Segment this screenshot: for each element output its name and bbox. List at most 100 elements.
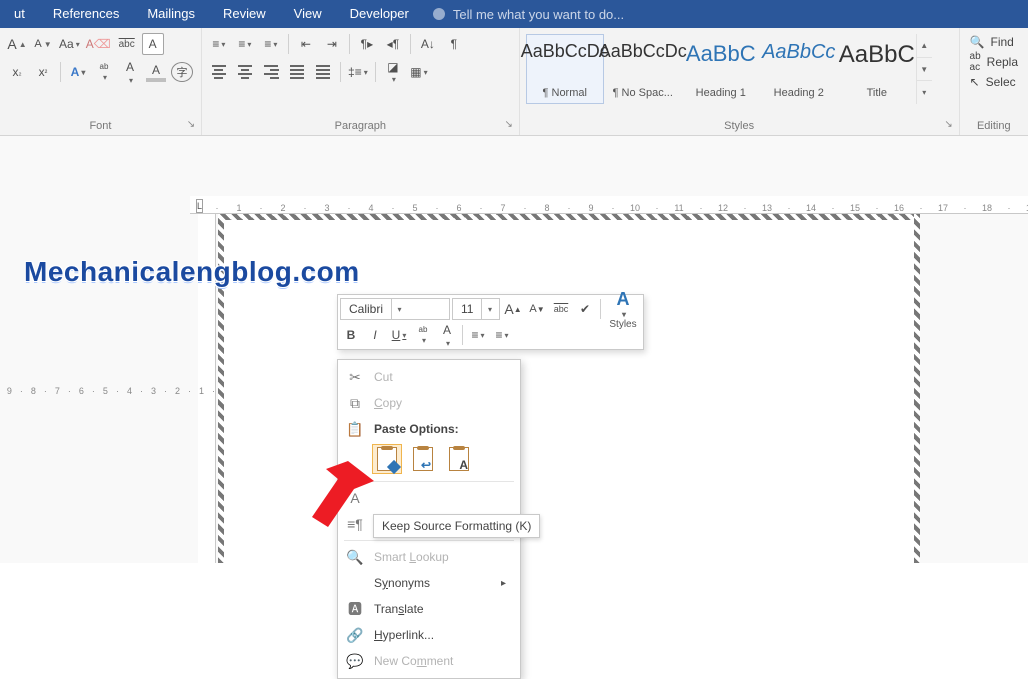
horizontal-ruler[interactable]: L ·1·2·3·4·5·6·7·8·9·10·11·12·13·14·15·1… bbox=[190, 196, 1028, 214]
gallery-more-icon[interactable]: ▾ bbox=[917, 81, 932, 104]
ctx-cut[interactable]: ✂ Cut bbox=[338, 364, 520, 390]
gallery-up-icon[interactable]: ▲ bbox=[917, 34, 932, 58]
highlight-button[interactable]: ab▾ bbox=[412, 324, 434, 346]
tab-developer[interactable]: Developer bbox=[336, 0, 423, 28]
ctx-hyperlink[interactable]: 🔗 Hyperlink... bbox=[338, 622, 520, 648]
ltr-direction-button[interactable]: ¶▸ bbox=[356, 33, 378, 55]
styles-gallery[interactable]: AaBbCcDc ¶ Normal AaBbCcDc ¶ No Spac... … bbox=[526, 32, 953, 104]
paste-text-only[interactable] bbox=[444, 444, 474, 474]
ctx-new-comment[interactable]: 💬 New Comment bbox=[338, 648, 520, 674]
ruler-tick: 7 bbox=[495, 203, 511, 213]
shading-button[interactable]: ◪▾ bbox=[382, 61, 404, 83]
find-button[interactable]: 🔍Find bbox=[966, 32, 1022, 52]
bullets-button[interactable]: ≡▾ bbox=[208, 33, 230, 55]
style-item-nospacing[interactable]: AaBbCcDc ¶ No Spac... bbox=[604, 34, 682, 104]
align-center-button[interactable] bbox=[234, 61, 256, 83]
separator bbox=[340, 62, 341, 82]
select-icon: ↖ bbox=[970, 75, 980, 89]
distribute-button[interactable] bbox=[312, 61, 334, 83]
shrink-font-button[interactable]: A▼ bbox=[32, 33, 54, 55]
align-left-button[interactable] bbox=[208, 61, 230, 83]
increase-indent-button[interactable]: ⇥ bbox=[321, 33, 343, 55]
show-hide-button[interactable]: ¶ bbox=[443, 33, 465, 55]
ctx-copy[interactable]: ⧉ Copy bbox=[338, 390, 520, 416]
phonetic-guide-button[interactable]: abc bbox=[550, 298, 572, 320]
phonetic-guide-button[interactable]: abc bbox=[116, 33, 138, 55]
decrease-indent-button[interactable]: ⇤ bbox=[295, 33, 317, 55]
copy-icon: ⧉ bbox=[346, 394, 364, 412]
text-effects-button[interactable]: A▾ bbox=[67, 61, 89, 83]
line-spacing-button[interactable]: ‡≡▾ bbox=[347, 61, 369, 83]
ruler-tick: 11 bbox=[671, 203, 687, 213]
style-item-heading1[interactable]: AaBbC Heading 1 bbox=[682, 34, 760, 104]
format-painter-button[interactable]: ✔ bbox=[574, 298, 596, 320]
grow-font-button[interactable]: A▲ bbox=[6, 33, 28, 55]
tab-view[interactable]: View bbox=[280, 0, 336, 28]
ruler-tick: 6 bbox=[79, 384, 84, 398]
separator bbox=[344, 540, 514, 541]
bullets-button[interactable]: ≡▾ bbox=[467, 324, 489, 346]
gallery-down-icon[interactable]: ▼ bbox=[917, 58, 932, 82]
clear-formatting-button[interactable]: A⌫ bbox=[85, 33, 112, 55]
chevron-down-icon[interactable]: ▾ bbox=[481, 299, 497, 319]
ctx-smart-lookup[interactable]: 🔍 Smart Lookup bbox=[338, 544, 520, 570]
borders-button[interactable]: ▦▾ bbox=[408, 61, 430, 83]
rtl-direction-button[interactable]: ◂¶ bbox=[382, 33, 404, 55]
style-name: Heading 1 bbox=[696, 87, 746, 99]
ctx-paste-options-header: 📋 Paste Options: bbox=[338, 416, 520, 442]
replace-button[interactable]: abacRepla bbox=[966, 52, 1022, 72]
ruler-tick: · bbox=[164, 384, 167, 398]
style-item-heading2[interactable]: AaBbCc Heading 2 bbox=[760, 34, 838, 104]
font-color-button[interactable]: A▾ bbox=[119, 61, 141, 83]
chevron-down-icon[interactable]: ▾ bbox=[391, 299, 407, 319]
paste-keep-source-formatting[interactable] bbox=[372, 444, 402, 474]
tell-me-search[interactable] bbox=[423, 6, 661, 23]
gallery-scroll[interactable]: ▲ ▼ ▾ bbox=[916, 34, 932, 104]
underline-button[interactable]: U▾ bbox=[388, 324, 410, 346]
group-paragraph: ≡▾ ≡▾ ≡▾ ⇤ ⇥ ¶▸ ◂¶ A↓ ¶ ‡≡▾ bbox=[202, 28, 520, 135]
numbering-button[interactable]: ≡▾ bbox=[234, 33, 256, 55]
tell-me-input[interactable] bbox=[451, 6, 661, 23]
justify-button[interactable] bbox=[286, 61, 308, 83]
change-case-button[interactable]: Aa▾ bbox=[58, 33, 81, 55]
char-border-button[interactable]: A bbox=[142, 33, 164, 55]
char-shading-button[interactable]: A bbox=[145, 61, 167, 83]
ctx-translate[interactable]: 🅰 Translate bbox=[338, 596, 520, 622]
numbering-button[interactable]: ≡▾ bbox=[491, 324, 513, 346]
font-color-button[interactable]: A▾ bbox=[436, 324, 458, 346]
ruler-tick: 8 bbox=[31, 384, 36, 398]
ctx-font[interactable]: A bbox=[338, 485, 520, 511]
highlight-button[interactable]: ab▾ bbox=[93, 61, 115, 83]
ruler-tick: 5 bbox=[407, 203, 423, 213]
paragraph-dialog-launcher[interactable]: ↘ bbox=[502, 119, 516, 133]
ruler-tick: · bbox=[68, 384, 71, 398]
multilevel-list-button[interactable]: ≡▾ bbox=[260, 33, 282, 55]
superscript-button[interactable]: x² bbox=[32, 61, 54, 83]
shrink-font-button[interactable]: A▼ bbox=[526, 298, 548, 320]
style-item-normal[interactable]: AaBbCcDc ¶ Normal bbox=[526, 34, 604, 104]
ruler-tick: 16 bbox=[891, 203, 907, 213]
subscript-button[interactable]: x₂ bbox=[6, 61, 28, 83]
styles-dialog-launcher[interactable]: ↘ bbox=[942, 119, 956, 133]
font-dialog-launcher[interactable]: ↘ bbox=[184, 119, 198, 133]
grow-font-button[interactable]: A▲ bbox=[502, 298, 524, 320]
sort-button[interactable]: A↓ bbox=[417, 33, 439, 55]
style-item-title[interactable]: AaBbC Title bbox=[838, 34, 916, 104]
bold-button[interactable]: B bbox=[340, 324, 362, 346]
ribbon: A▲ A▼ Aa▾ A⌫ abc A x₂ x² A▾ ab▾ A▾ A 字 F… bbox=[0, 28, 1028, 136]
paste-merge-formatting[interactable] bbox=[408, 444, 438, 474]
ctx-synonyms[interactable]: Synonyms ▸ bbox=[338, 570, 520, 596]
select-button[interactable]: ↖Selec bbox=[966, 72, 1022, 92]
separator bbox=[288, 34, 289, 54]
enclose-char-button[interactable]: 字 bbox=[171, 62, 193, 82]
align-right-button[interactable] bbox=[260, 61, 282, 83]
group-label-editing: Editing bbox=[966, 118, 1022, 135]
italic-button[interactable]: I bbox=[364, 324, 386, 346]
tab-review[interactable]: Review bbox=[209, 0, 280, 28]
tab-selector[interactable]: L bbox=[196, 199, 203, 213]
tab-layout[interactable]: ut bbox=[0, 0, 39, 28]
tab-mailings[interactable]: Mailings bbox=[133, 0, 209, 28]
font-size-combo[interactable]: 11▾ bbox=[452, 298, 500, 320]
tab-references[interactable]: References bbox=[39, 0, 133, 28]
font-name-combo[interactable]: Calibri▾ bbox=[340, 298, 450, 320]
